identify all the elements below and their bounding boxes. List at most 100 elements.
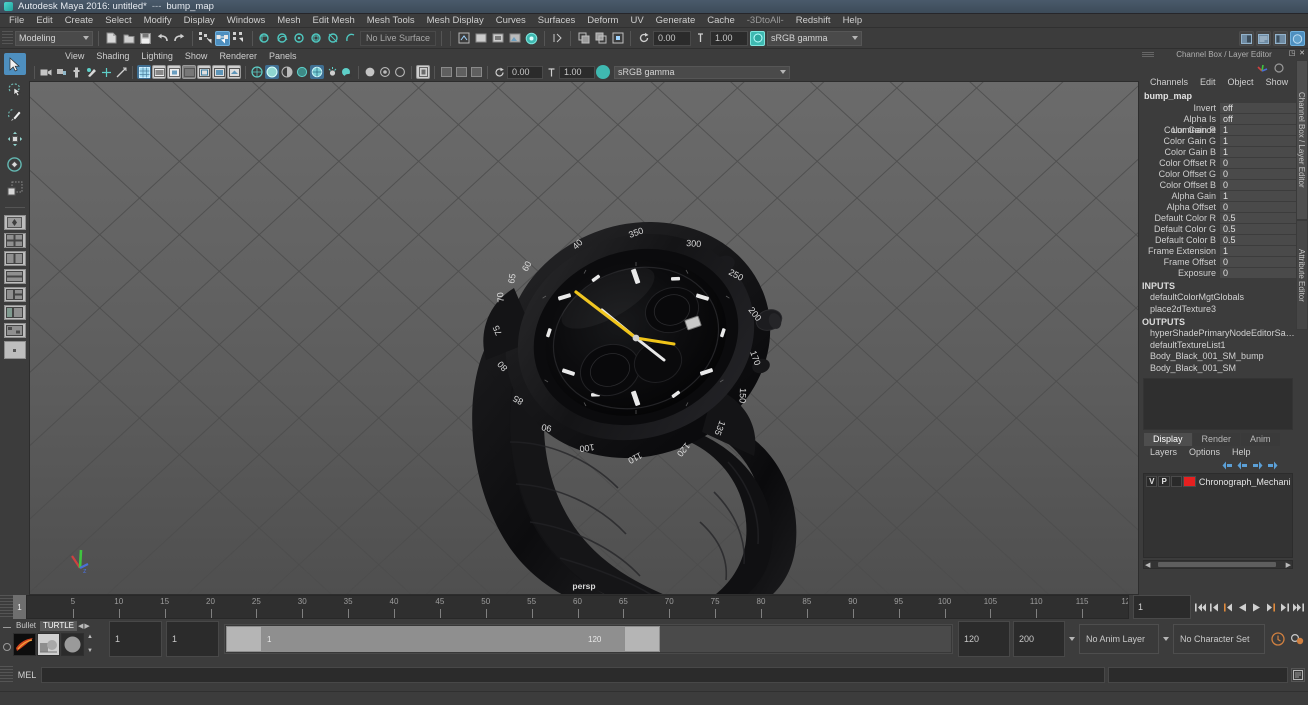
panel-menu-show[interactable]: Show (179, 50, 214, 63)
attribute-value[interactable]: 0.5 (1220, 224, 1296, 235)
motion-blur-icon[interactable] (378, 65, 392, 79)
open-scene-icon[interactable] (121, 31, 136, 46)
attribute-value[interactable]: 0 (1220, 268, 1296, 279)
scroll-right-icon[interactable]: ▶ (1286, 561, 1291, 569)
exposure-field[interactable]: 0.00 (653, 30, 692, 46)
attribute-value[interactable]: off (1220, 103, 1296, 114)
current-frame-field[interactable]: 1 (1133, 595, 1191, 619)
snap-to-projected-center-icon[interactable] (309, 31, 324, 46)
multisample-icon[interactable] (393, 65, 407, 79)
menu-3dtoall[interactable]: -3DtoAll- (741, 14, 790, 28)
next-layer-icon[interactable] (1267, 461, 1278, 470)
menu-surfaces[interactable]: Surfaces (532, 14, 582, 28)
gamma-reset-icon[interactable] (693, 31, 708, 46)
range-slider-grip[interactable] (0, 619, 13, 659)
isolate-select-icon[interactable] (416, 65, 430, 79)
menu-curves[interactable]: Curves (490, 14, 532, 28)
prev-layer-icon[interactable] (1252, 461, 1263, 470)
menu-modify[interactable]: Modify (138, 14, 178, 28)
attribute-value[interactable]: 1 (1220, 147, 1296, 158)
resolution-gate-icon[interactable] (167, 65, 181, 79)
film-gate-icon[interactable] (152, 65, 166, 79)
viewport-exposure-field[interactable]: 0.00 (507, 65, 543, 79)
panel-menu-shading[interactable]: Shading (90, 50, 135, 63)
smooth-shade-all-icon[interactable] (265, 65, 279, 79)
snap-to-point-icon[interactable] (292, 31, 307, 46)
attribute-row[interactable]: Color Offset G 0 (1140, 169, 1296, 180)
image-plane-icon[interactable] (99, 65, 113, 79)
attribute-value[interactable]: 1 (1220, 125, 1296, 136)
snap-to-view-plane-icon[interactable] (326, 31, 341, 46)
viewport-gamma-field[interactable]: 1.00 (559, 65, 595, 79)
make-live-icon[interactable] (343, 31, 358, 46)
render-view-icon[interactable] (473, 31, 488, 46)
color-management-icon[interactable] (750, 30, 766, 46)
go-to-start-icon[interactable] (1195, 601, 1206, 614)
turtle-bake-icon[interactable] (37, 632, 60, 656)
shelf-tab-turtle[interactable]: TURTLE (40, 621, 77, 631)
attribute-value[interactable]: 0.5 (1220, 235, 1296, 246)
exclusive-selection-icon[interactable] (576, 31, 591, 46)
gate-mask-icon[interactable] (182, 65, 196, 79)
scale-tool[interactable] (4, 178, 26, 200)
attribute-value[interactable]: 0 (1220, 180, 1296, 191)
attribute-value[interactable]: 1 (1220, 191, 1296, 202)
shaded-wireframe-icon[interactable] (280, 65, 294, 79)
new-layer-icon[interactable] (1222, 461, 1233, 470)
attribute-value[interactable]: 1 (1220, 246, 1296, 257)
channel-box-menu-show[interactable]: Show (1260, 75, 1295, 89)
menu-deform[interactable]: Deform (581, 14, 624, 28)
rotate-tool[interactable] (4, 153, 26, 175)
menu-mesh-tools[interactable]: Mesh Tools (361, 14, 421, 28)
channel-box-settings-icon[interactable] (1274, 62, 1284, 73)
turtle-render-icon[interactable] (13, 632, 36, 656)
tab-anim[interactable]: Anim (1241, 433, 1280, 446)
save-scene-icon[interactable] (138, 31, 153, 46)
attribute-value[interactable]: 0 (1220, 169, 1296, 180)
snap-keys-icon[interactable] (550, 31, 565, 46)
menu-select[interactable]: Select (99, 14, 137, 28)
xray-active-components-icon[interactable] (469, 65, 483, 79)
attribute-row[interactable]: Invert off (1140, 103, 1296, 114)
range-slider-start-handle[interactable] (226, 626, 262, 652)
command-line-grip[interactable] (0, 666, 13, 684)
render-settings-icon[interactable] (524, 31, 539, 46)
attribute-value[interactable]: 0.5 (1220, 213, 1296, 224)
statusline-grip[interactable] (2, 30, 13, 46)
selection-mask-icon[interactable] (610, 31, 625, 46)
two-panes-side-layout[interactable] (3, 251, 26, 266)
attribute-row[interactable]: Color Offset R 0 (1140, 158, 1296, 169)
two-panes-stacked-layout[interactable] (3, 269, 26, 284)
redo-icon[interactable] (172, 31, 187, 46)
time-slider-ruler[interactable]: 5 10 15 20 25 30 35 40 45 50 55 60 65 70 75 80 85 90 95 100… (26, 595, 1129, 619)
playback-end-field[interactable]: 200 (1013, 621, 1065, 657)
undock-icon[interactable]: ◳ (1288, 50, 1296, 58)
channel-box-menu-channels[interactable]: Channels (1144, 75, 1194, 89)
attribute-value[interactable]: 0 (1220, 158, 1296, 169)
time-slider-grip[interactable] (0, 595, 13, 619)
turtle-material-icon[interactable] (61, 632, 84, 656)
new-scene-icon[interactable] (104, 31, 119, 46)
four-view-layout[interactable] (3, 233, 26, 248)
view-transform-selector[interactable]: sRGB gamma (767, 30, 863, 46)
use-default-material-icon[interactable] (295, 65, 309, 79)
wireframe-icon[interactable] (250, 65, 264, 79)
tab-render[interactable]: Render (1192, 433, 1241, 446)
select-by-object-icon[interactable] (215, 30, 230, 46)
chevron-down-icon[interactable] (1163, 637, 1169, 641)
output-node[interactable]: defaultTextureList1 (1140, 340, 1296, 352)
camera-attributes-icon[interactable] (69, 65, 83, 79)
panel-menu-lighting[interactable]: Lighting (135, 50, 179, 63)
go-to-end-icon[interactable] (1293, 601, 1304, 614)
side-tab-attribute-editor[interactable]: Attribute Editor (1296, 220, 1308, 330)
attribute-value[interactable]: 0 (1220, 257, 1296, 268)
lasso-select-tool[interactable] (4, 78, 26, 100)
input-node[interactable]: place2dTexture3 (1140, 304, 1296, 316)
menu-mesh-display[interactable]: Mesh Display (421, 14, 490, 28)
select-by-hierarchy-icon[interactable] (198, 31, 213, 46)
shelf-tab-bullet[interactable]: Bullet (13, 621, 39, 631)
attribute-row[interactable]: Exposure 0 (1140, 268, 1296, 279)
attribute-row[interactable]: Alpha Is Luminance off (1140, 114, 1296, 135)
layer-shading-toggle[interactable] (1170, 476, 1183, 487)
range-slider-end-handle[interactable] (624, 626, 660, 652)
